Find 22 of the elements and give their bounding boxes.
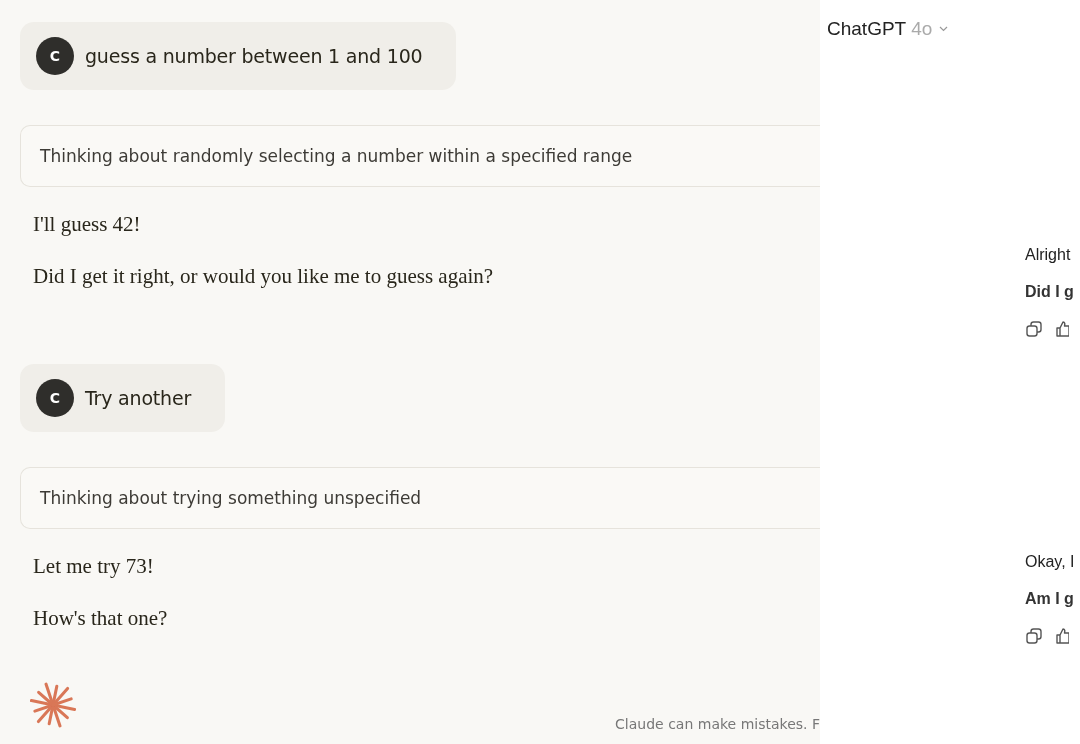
chevron-down-icon [939,26,949,32]
disclaimer-text: Claude can make mistakes. F [615,716,820,732]
assistant-message: I'll guess 42! [33,211,142,238]
assistant-message: How's that one? [33,605,168,632]
assistant-message: Alright [1025,246,1072,264]
user-avatar: C [36,379,74,417]
thinking-summary[interactable]: Thinking about randomly selecting a number within a specified range [20,125,820,187]
copy-icon[interactable] [1025,627,1043,645]
user-avatar: C [36,37,74,75]
user-message: Try another [85,387,191,409]
thinking-summary[interactable]: Thinking about trying something unspecified [20,467,820,529]
assistant-message: Let me try 73! [33,553,155,580]
thumbs-up-icon[interactable] [1055,320,1069,338]
copy-icon[interactable] [1025,320,1043,338]
assistant-message: Did I g [1025,283,1075,301]
assistant-message: Okay, I [1025,553,1076,571]
model-selector[interactable]: ChatGPT 4o [827,18,949,40]
assistant-message: Did I get it right, or would you like me to guess again? [33,263,494,290]
user-message: guess a number between 1 and 100 [85,45,423,67]
thumbs-up-icon[interactable] [1055,627,1069,645]
assistant-message: Am I g [1025,590,1075,608]
starburst-logo-icon [30,682,76,728]
